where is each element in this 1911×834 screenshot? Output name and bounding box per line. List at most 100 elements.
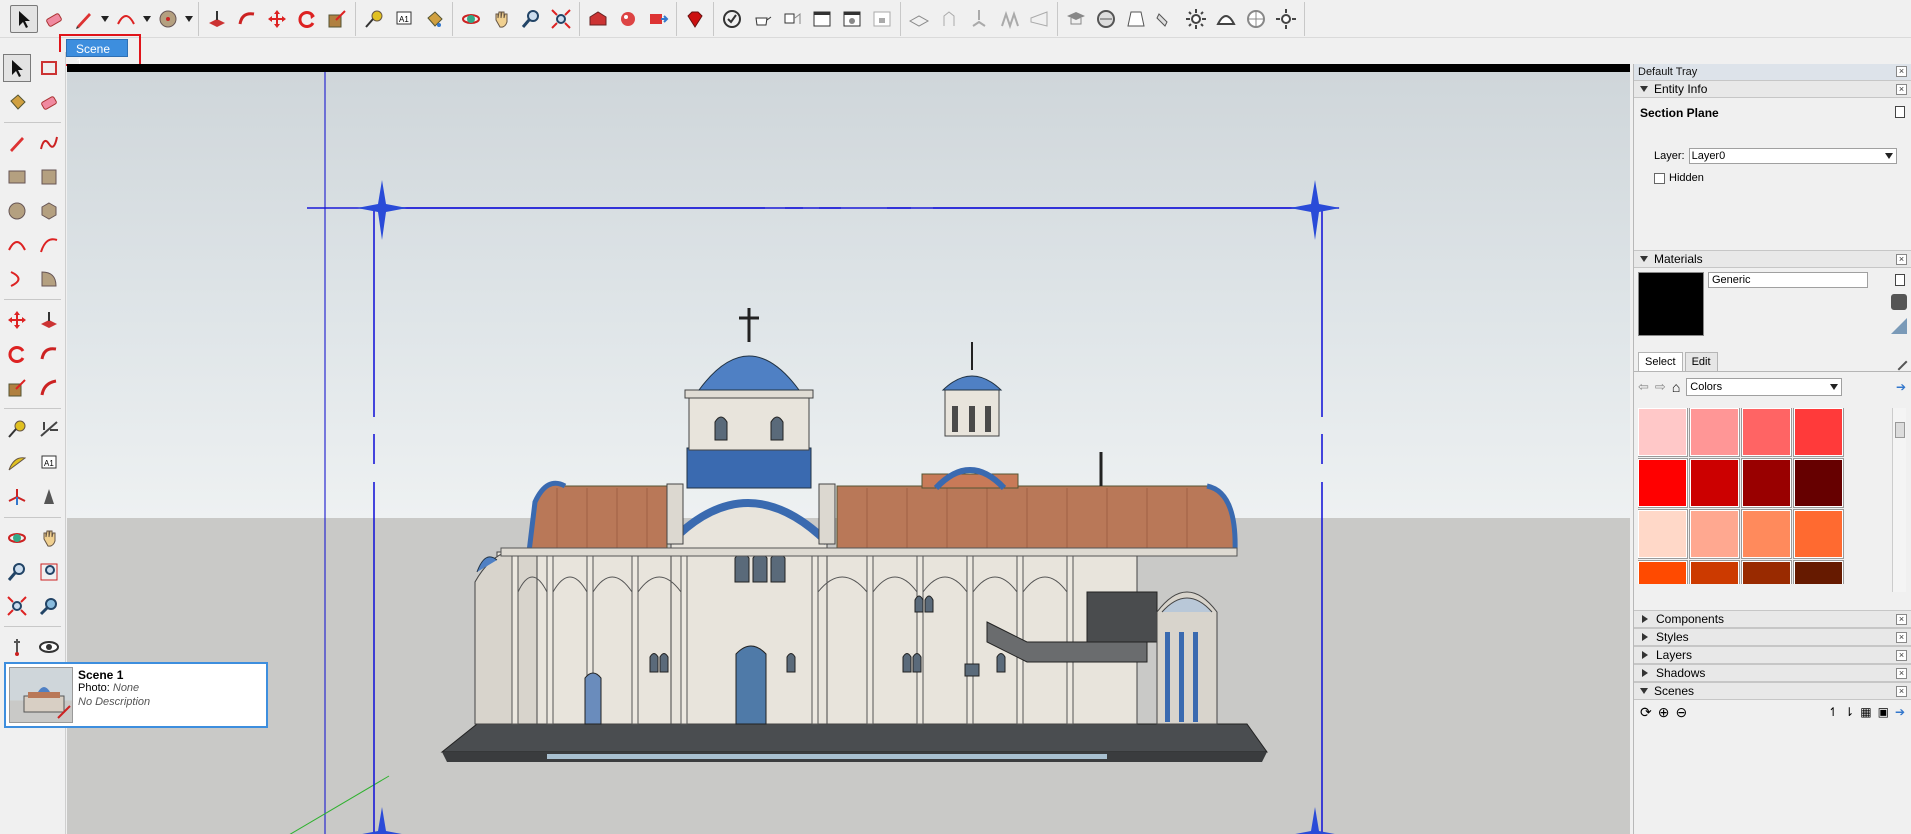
protractor-icon[interactable] xyxy=(3,449,31,477)
close-icon[interactable]: × xyxy=(1896,84,1907,95)
color-swatch[interactable] xyxy=(1741,560,1792,584)
globe-icon[interactable] xyxy=(1242,5,1270,33)
follow-me-icon[interactable] xyxy=(35,340,63,368)
chevron-down-icon[interactable] xyxy=(184,5,194,33)
color-swatch[interactable] xyxy=(1638,509,1688,559)
three-d-text-icon[interactable] xyxy=(35,483,63,511)
zoom-icon[interactable] xyxy=(3,558,31,586)
zoom-extents-icon[interactable] xyxy=(547,5,575,33)
scale-icon[interactable] xyxy=(323,5,351,33)
pin-icon[interactable]: ▣ xyxy=(1878,705,1889,719)
orbit-icon[interactable] xyxy=(457,5,485,33)
component-options-icon[interactable] xyxy=(778,5,806,33)
push-pull-icon[interactable] xyxy=(203,5,231,33)
scenes-header[interactable]: Scenes × xyxy=(1634,682,1911,700)
pencil-icon[interactable] xyxy=(3,129,31,157)
materials-scrollbar[interactable] xyxy=(1892,408,1906,592)
layer-dropdown[interactable]: Layer0 xyxy=(1688,148,1897,164)
push-pull-icon[interactable] xyxy=(35,306,63,334)
circle-icon[interactable] xyxy=(154,5,182,33)
axes-icon[interactable] xyxy=(3,483,31,511)
panel-header-shadows[interactable]: Shadows × xyxy=(1634,664,1911,682)
close-icon[interactable]: × xyxy=(1896,650,1907,661)
panel-header-layers[interactable]: Layers × xyxy=(1634,646,1911,664)
move-scene-down-icon[interactable]: ⇂ xyxy=(1844,705,1854,719)
color-swatch[interactable] xyxy=(1741,408,1792,457)
color-swatch[interactable] xyxy=(1689,509,1740,559)
back-arrow-icon[interactable]: ⇦ xyxy=(1638,379,1649,395)
forward-arrow-icon[interactable]: ⇨ xyxy=(1655,379,1666,395)
tab-edit[interactable]: Edit xyxy=(1684,352,1718,371)
hidden-checkbox[interactable] xyxy=(1654,172,1665,184)
arc-icon[interactable] xyxy=(112,5,140,33)
add-scene-icon[interactable]: ⊕ xyxy=(1658,704,1670,721)
rotate-icon[interactable] xyxy=(3,340,31,368)
circle-icon[interactable] xyxy=(3,197,31,225)
create-material-icon[interactable] xyxy=(1891,294,1907,310)
pin-icon[interactable] xyxy=(1895,274,1905,286)
move-icon[interactable] xyxy=(3,306,31,334)
model-viewport[interactable] xyxy=(67,64,1630,834)
color-swatch[interactable] xyxy=(1689,560,1740,584)
pan-hand-icon[interactable] xyxy=(487,5,515,33)
grid-icon[interactable] xyxy=(1272,5,1300,33)
pie-icon[interactable] xyxy=(35,265,63,293)
look-around-icon[interactable] xyxy=(35,633,63,661)
eraser-icon[interactable] xyxy=(35,88,63,116)
zoom-window-icon[interactable] xyxy=(35,558,63,586)
teapot-icon[interactable] xyxy=(748,5,776,33)
panel-header-styles[interactable]: Styles × xyxy=(1634,628,1911,646)
dimension-icon[interactable] xyxy=(35,415,63,443)
freehand-icon[interactable] xyxy=(35,129,63,157)
share-model-icon[interactable] xyxy=(614,5,642,33)
color-swatch[interactable] xyxy=(1793,458,1844,508)
two-point-arc-icon[interactable] xyxy=(35,231,63,259)
entity-info-header[interactable]: Entity Info × xyxy=(1634,80,1911,98)
pencil-icon[interactable] xyxy=(70,5,98,33)
materials-header[interactable]: Materials × xyxy=(1634,250,1911,268)
position-camera-icon[interactable] xyxy=(3,633,31,661)
close-icon[interactable]: × xyxy=(1896,614,1907,625)
sample-paint-icon[interactable] xyxy=(1891,318,1907,334)
dome-icon[interactable] xyxy=(1212,5,1240,33)
color-swatch[interactable] xyxy=(1638,458,1688,508)
tab-select[interactable]: Select xyxy=(1638,352,1683,371)
church-model[interactable] xyxy=(67,72,1630,834)
chevron-down-icon[interactable] xyxy=(142,5,152,33)
three-point-arc-icon[interactable] xyxy=(3,265,31,293)
terrain-mesh-icon[interactable] xyxy=(905,5,933,33)
close-icon[interactable]: × xyxy=(1896,66,1907,77)
color-swatch[interactable] xyxy=(1689,408,1740,457)
scale-icon[interactable] xyxy=(3,374,31,402)
select-arrow-icon[interactable] xyxy=(10,4,38,33)
rectangle-icon[interactable] xyxy=(3,163,31,191)
scene-item[interactable]: Scene 1 Photo: None No Description xyxy=(4,662,268,728)
window-teapot-icon[interactable] xyxy=(838,5,866,33)
follow-me-icon[interactable] xyxy=(233,5,261,33)
panel-header-components[interactable]: Components × xyxy=(1634,610,1911,628)
stamp-icon[interactable] xyxy=(965,5,993,33)
tape-measure-icon[interactable] xyxy=(360,5,388,33)
color-swatch[interactable] xyxy=(1638,560,1688,584)
zoom-icon[interactable] xyxy=(517,5,545,33)
geolocation-icon[interactable] xyxy=(1092,5,1120,33)
color-swatch[interactable] xyxy=(1793,408,1844,457)
scrollbar-thumb[interactable] xyxy=(1895,422,1905,438)
pan-hand-icon[interactable] xyxy=(35,524,63,552)
remove-scene-icon[interactable]: ⊖ xyxy=(1675,704,1687,721)
orbit-icon[interactable] xyxy=(3,524,31,552)
ruby-icon[interactable] xyxy=(681,5,709,33)
flashlight-icon[interactable] xyxy=(1152,5,1180,33)
move-icon[interactable] xyxy=(263,5,291,33)
warehouse-icon[interactable] xyxy=(584,5,612,33)
color-swatch[interactable] xyxy=(1741,509,1792,559)
offset-icon[interactable] xyxy=(35,374,63,402)
previous-view-icon[interactable] xyxy=(35,592,63,620)
flip-edge-icon[interactable] xyxy=(1025,5,1053,33)
details-arrow-icon[interactable]: ➔ xyxy=(1896,380,1906,394)
material-name-field[interactable]: Generic xyxy=(1708,272,1868,288)
zoom-extents-icon[interactable] xyxy=(3,592,31,620)
lock-icon[interactable] xyxy=(868,5,896,33)
move-scene-up-icon[interactable]: ↿ xyxy=(1828,705,1838,719)
eyedropper-icon[interactable] xyxy=(1890,353,1908,371)
